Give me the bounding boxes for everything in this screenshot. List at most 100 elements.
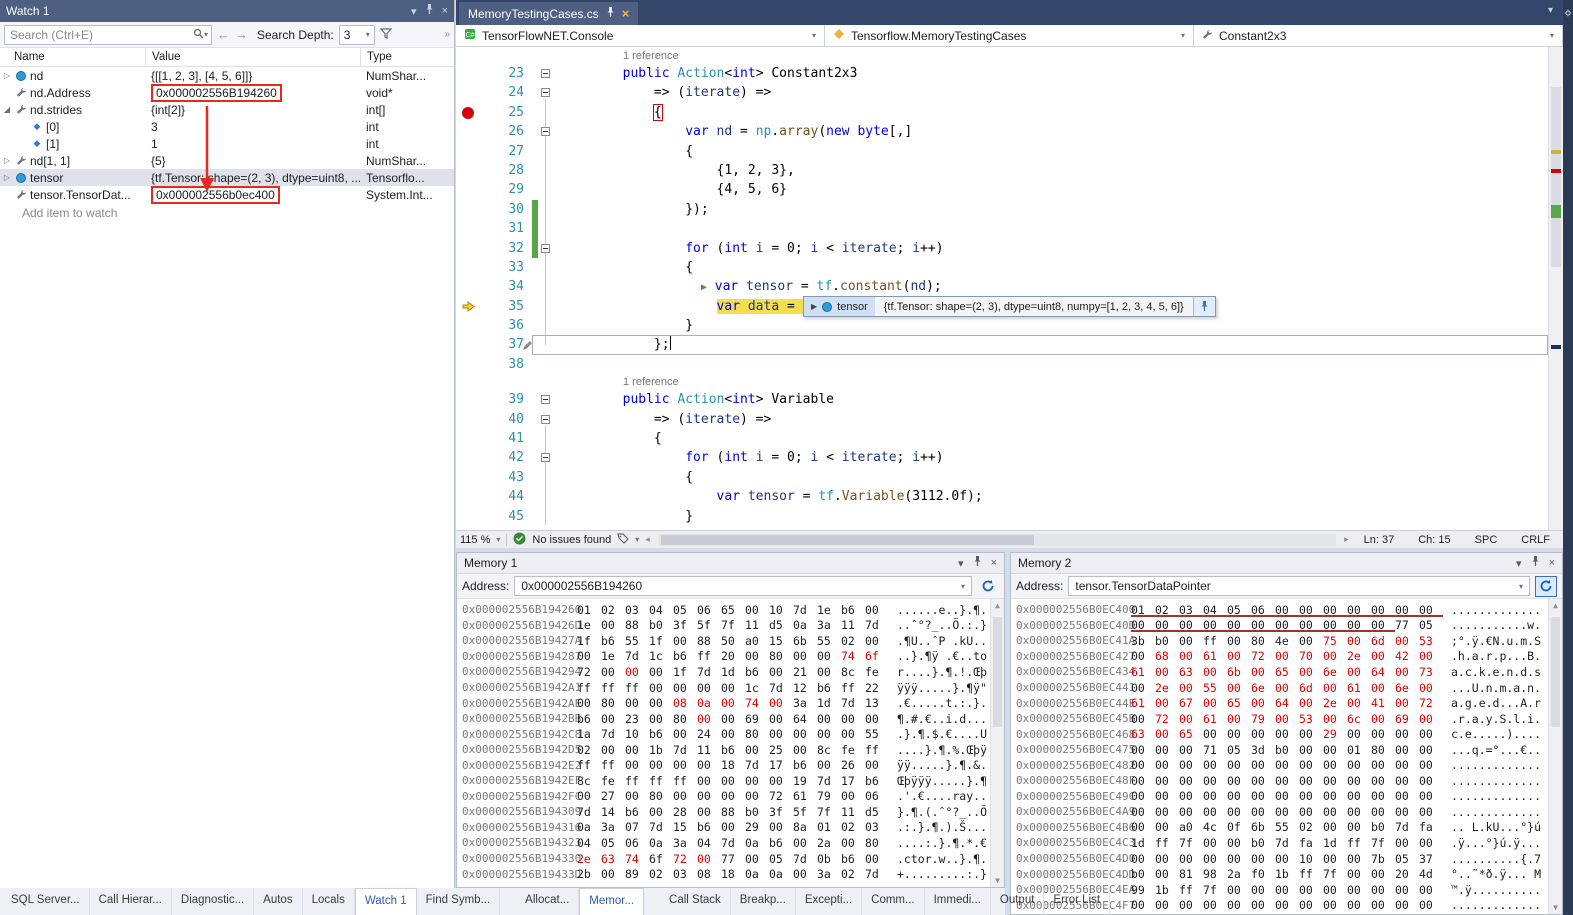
- memory-row[interactable]: 0x000002556B0EC48F0000000000000000000000…: [1011, 773, 1562, 789]
- expander-icon[interactable]: ▶: [811, 302, 817, 311]
- health-check-icon[interactable]: [513, 532, 526, 548]
- datatip-name-cell[interactable]: ▶ tensor: [804, 297, 875, 316]
- watch-row[interactable]: ◆[0]3int: [0, 118, 454, 135]
- memory-row[interactable]: 0x000002556B1942600102030405066500107d1e…: [457, 602, 1004, 618]
- code-line[interactable]: 38: [456, 355, 1548, 374]
- memory1-address-input[interactable]: 0x000002556B194260 ▾: [514, 576, 972, 596]
- memory2-address-input[interactable]: tensor.TensorDataPointer ▾: [1068, 576, 1530, 596]
- member-dropdown[interactable]: Constant2x3 ▾: [1194, 25, 1563, 46]
- tab-memorytestingcases[interactable]: MemoryTestingCases.cs ×: [459, 2, 638, 25]
- window-position-icon[interactable]: ▾: [1516, 557, 1522, 570]
- memory-row[interactable]: 0x000002556B0EC45B0072006100790053006c00…: [1011, 711, 1562, 727]
- close-icon[interactable]: ×: [622, 6, 630, 21]
- memory-row[interactable]: 0x000002556B0EC434610063006b0065006e0064…: [1011, 664, 1562, 680]
- memory-row[interactable]: 0x000002556B1943160a3a077d15b60029008a01…: [457, 820, 1004, 836]
- memory-row[interactable]: 0x000002556B0EC441002e0055006e006d006100…: [1011, 680, 1562, 696]
- pin-icon[interactable]: [425, 4, 434, 18]
- watch-row[interactable]: ▷nd[1, 1]{5}NumShar...: [0, 152, 454, 169]
- datatip-pin-icon[interactable]: [1193, 297, 1215, 316]
- codelens-references[interactable]: 1 reference: [456, 374, 1548, 390]
- expander-icon[interactable]: ◢: [2, 105, 12, 114]
- code-line[interactable]: 32 for (int i = 0; i < iterate; i++): [456, 239, 1548, 258]
- memory-row[interactable]: 0x000002556B1942A1ffffff000000001c7d12b6…: [457, 680, 1004, 696]
- fold-margin[interactable]: [538, 122, 554, 141]
- memory2-scrollbar[interactable]: ▲ ▼: [1548, 599, 1562, 914]
- memory-row[interactable]: 0x000002556B1942EF8cfeffffff00000000197d…: [457, 773, 1004, 789]
- bottom-tab[interactable]: Immedi...: [925, 888, 991, 915]
- code-line[interactable]: 25 {: [456, 103, 1548, 122]
- memory-row[interactable]: 0x000002556B0EC4B60000a04c0f6b55020000b0…: [1011, 820, 1562, 836]
- memory1-scrollbar[interactable]: ▲ ▼: [990, 599, 1004, 887]
- bottom-tab[interactable]: Allocat...: [516, 888, 579, 915]
- memory-row[interactable]: 0x000002556B194294720000001f7d1db6002100…: [457, 664, 1004, 680]
- refresh-icon[interactable]: [977, 576, 999, 597]
- code-line[interactable]: 44 var tensor = tf.Variable(3112.0f);: [456, 487, 1548, 506]
- column-value[interactable]: Value: [145, 48, 360, 66]
- memory-row[interactable]: 0x000002556B19426D1e0088b03f5f7f11d50a3a…: [457, 618, 1004, 634]
- scroll-left-icon[interactable]: ◂: [645, 534, 650, 545]
- code-line[interactable]: 45 }: [456, 507, 1548, 526]
- collapse-box-icon[interactable]: [541, 453, 550, 462]
- memory-row[interactable]: 0x000002556B19427A1fb6551f008850a0156b55…: [457, 633, 1004, 649]
- code-line[interactable]: 40 => (iterate) =>: [456, 410, 1548, 429]
- chevron-down-icon[interactable]: ▾: [496, 535, 500, 544]
- bottom-tab[interactable]: Comm...: [862, 888, 924, 915]
- close-icon[interactable]: ×: [442, 5, 448, 17]
- memory-row[interactable]: 0x000002556B0EC4A90000000000000000000000…: [1011, 804, 1562, 820]
- code-line[interactable]: 41 {: [456, 429, 1548, 448]
- fold-margin[interactable]: [538, 410, 554, 429]
- settings-gear-icon[interactable]: [1564, 4, 1572, 22]
- expander-icon[interactable]: ▷: [2, 71, 12, 80]
- memory-row[interactable]: 0x000002556B1942C81a7d10b600240080000000…: [457, 726, 1004, 742]
- column-type[interactable]: Type: [360, 48, 454, 66]
- window-position-icon[interactable]: ▾: [958, 557, 964, 570]
- editor-horizontal-scrollbar[interactable]: [658, 534, 1336, 546]
- tag-icon[interactable]: [617, 533, 629, 547]
- memory-row[interactable]: 0x000002556B1943302e63746f72007700057d0b…: [457, 851, 1004, 867]
- memory-row[interactable]: 0x000002556B0EC4D0000000000000001000007b…: [1011, 851, 1562, 867]
- memory-row[interactable]: 0x000002556B0EC4686300650000000000290000…: [1011, 726, 1562, 742]
- scrollbar-thumb[interactable]: [661, 535, 1034, 545]
- toolbar-overflow-icon[interactable]: »: [444, 29, 450, 40]
- memory-row[interactable]: 0x000002556B0EC4270068006100720070002e00…: [1011, 649, 1562, 665]
- memory-row[interactable]: 0x000002556B1942AE00800000080a0074003a1d…: [457, 695, 1004, 711]
- code-line[interactable]: 23 public Action<int> Constant2x3: [456, 64, 1548, 83]
- fold-margin[interactable]: [538, 448, 554, 467]
- memory-row[interactable]: 0x000002556B1942BBb600230080000069006400…: [457, 711, 1004, 727]
- add-item-to-watch[interactable]: Add item to watch: [0, 203, 454, 223]
- fold-margin[interactable]: [538, 64, 554, 83]
- bottom-tab[interactable]: SQL Server...: [2, 888, 90, 915]
- close-icon[interactable]: ×: [1549, 557, 1555, 569]
- bottom-tab[interactable]: Autos: [254, 888, 302, 915]
- project-dropdown[interactable]: C# TensorFlowNET.Console ▾: [456, 25, 825, 46]
- scroll-down-icon[interactable]: ▼: [1549, 903, 1562, 912]
- class-dropdown[interactable]: Tensorflow.MemoryTestingCases ▾: [825, 25, 1194, 46]
- zoom-level[interactable]: 115 %: [460, 534, 490, 546]
- scroll-up-icon[interactable]: ▲: [991, 601, 1004, 610]
- current-statement-arrow-icon[interactable]: [456, 297, 482, 316]
- memory-row[interactable]: 0x000002556B1943097d14b600280088b03f5f7f…: [457, 804, 1004, 820]
- watch-row[interactable]: ◢nd.strides{int[2]}int[]: [0, 101, 454, 118]
- pin-icon[interactable]: [1531, 556, 1540, 570]
- code-line[interactable]: 29 {4, 5, 6}: [456, 180, 1548, 199]
- memory-row[interactable]: 0x000002556B0EC40D0000000000000000000000…: [1011, 618, 1562, 634]
- code-line[interactable]: 36 }: [456, 316, 1548, 335]
- watch-row[interactable]: ▷tensor{tf.Tensor: shape=(2, 3), dtype=u…: [0, 169, 454, 186]
- code-line[interactable]: 39 public Action<int> Variable: [456, 390, 1548, 409]
- expander-icon[interactable]: ▷: [2, 173, 12, 182]
- breakpoint-icon[interactable]: [456, 103, 482, 122]
- memory-row[interactable]: 0x000002556B0EC41A3bb000ff00804e0075006d…: [1011, 633, 1562, 649]
- bottom-tab[interactable]: Output: [991, 888, 1045, 915]
- code-line[interactable]: 31: [456, 219, 1548, 238]
- code-line[interactable]: 43 {: [456, 468, 1548, 487]
- code-line[interactable]: 37 };: [456, 335, 1548, 354]
- bottom-tab[interactable]: Error List: [1044, 888, 1110, 915]
- back-arrow-icon[interactable]: ←: [217, 27, 230, 42]
- datatip[interactable]: ▶ tensor {tf.Tensor: shape=(2, 3), dtype…: [803, 296, 1216, 317]
- bottom-tab[interactable]: Breakp...: [731, 888, 796, 915]
- memory-row[interactable]: 0x000002556B0EC4DDb00081982af01bff7f0000…: [1011, 866, 1562, 882]
- issues-status[interactable]: No issues found: [532, 534, 611, 546]
- code-line[interactable]: 27 {: [456, 142, 1548, 161]
- column-name[interactable]: Name: [0, 51, 145, 63]
- chevron-down-icon[interactable]: ▾: [635, 535, 639, 544]
